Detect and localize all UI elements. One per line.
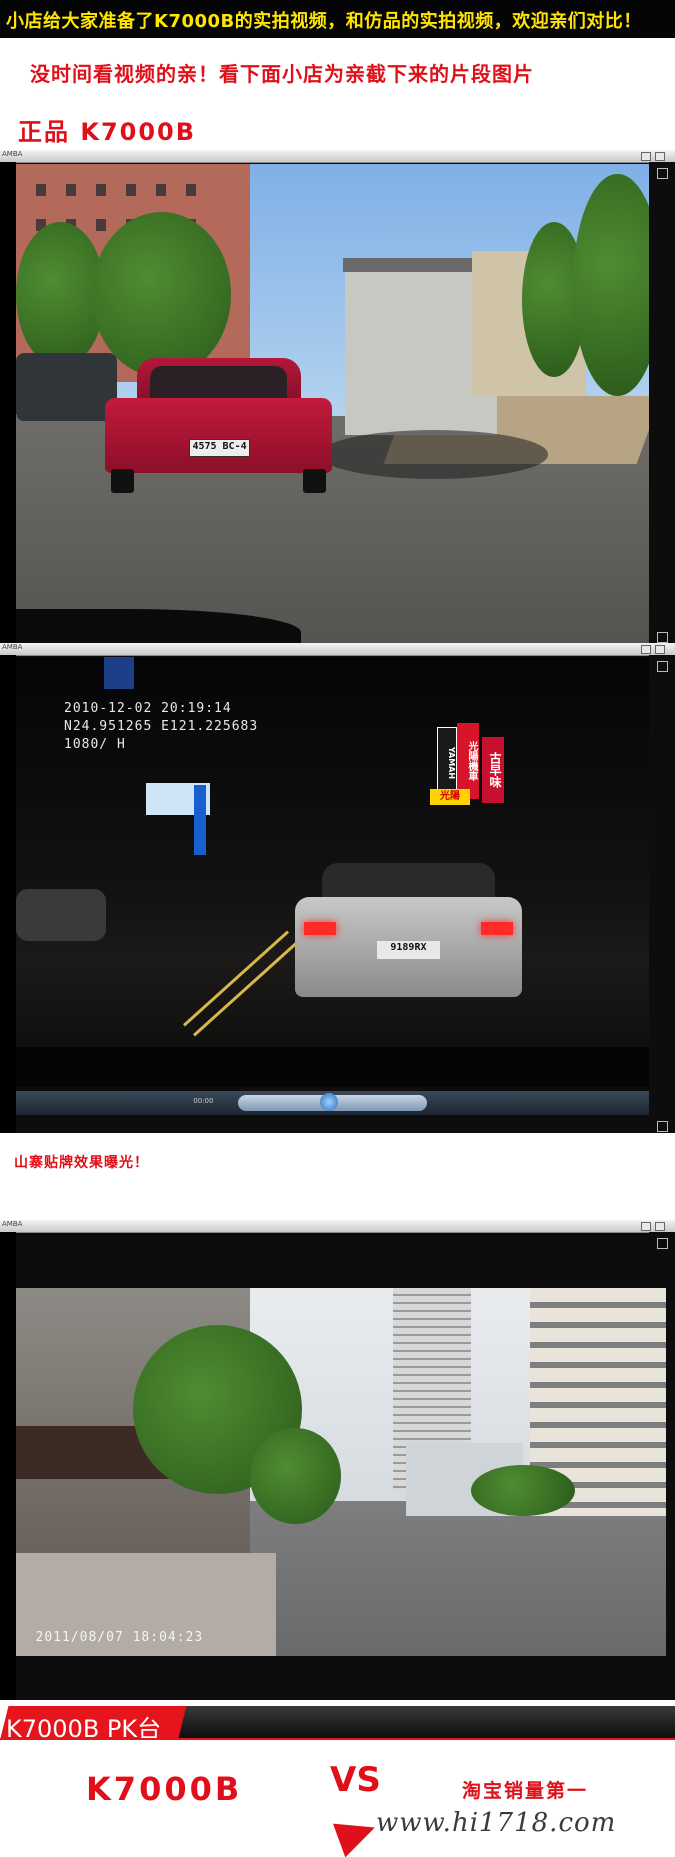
fullscreen-icon[interactable] <box>657 632 668 643</box>
grid-icon[interactable] <box>657 168 668 179</box>
snack-sign: 古早味 <box>482 737 504 803</box>
player-left-edge <box>0 162 16 650</box>
license-plate: 9189RX <box>376 940 441 960</box>
shop-sign <box>104 657 134 689</box>
red-arrow-icon <box>332 1810 382 1857</box>
comparison-section: K7000B VS 淘宝销量第一 www.hi1718.com <box>0 1742 675 1857</box>
time-display: 00:00 <box>193 1097 214 1105</box>
player-control-bar[interactable]: 00:00 <box>16 1091 649 1115</box>
genuine-label: 正品 K7000B <box>18 118 197 146</box>
player-app-name: AMBA <box>2 1220 23 1228</box>
video-frame-3: 2011/08/07 18:04:23 <box>16 1288 666 1656</box>
right-label: 淘宝销量第一 <box>462 1780 589 1802</box>
window-restore-icon[interactable] <box>641 1222 651 1231</box>
video-frame-1: 4575 BC-4 <box>16 164 649 648</box>
window-close-icon[interactable] <box>655 152 665 161</box>
window-restore-icon[interactable] <box>641 645 651 654</box>
top-banner: 小店给大家准备了K7000B的实拍视频，和仿品的实拍视频，欢迎亲们对比！ <box>0 0 675 38</box>
player-app-name: AMBA <box>2 150 23 158</box>
video-timestamp: 2011/08/07 18:04:23 <box>35 1629 204 1645</box>
player-titlebar[interactable]: AMBA <box>0 150 675 163</box>
video-frame-2: 2010-12-02 20:19:14 N24.951265 E121.2256… <box>16 657 649 1087</box>
shop-sign <box>194 785 206 855</box>
parked-car <box>16 352 118 421</box>
license-plate: 4575 BC-4 <box>188 438 251 458</box>
grid-icon[interactable] <box>657 661 668 672</box>
osd-date: 2010-12-02 20:19:14 <box>64 701 232 716</box>
copy-exposure-label: 山寨贴牌效果曝光！ <box>14 1155 149 1171</box>
player-right-panel <box>649 162 675 650</box>
silver-car: 9189RX <box>294 863 523 1018</box>
kymco-sign: 光陽機車 <box>457 723 479 799</box>
player-right-panel <box>649 655 675 1133</box>
window-close-icon[interactable] <box>655 645 665 654</box>
pk-bar-strip <box>178 1706 675 1740</box>
player-titlebar[interactable]: AMBA <box>0 643 675 656</box>
pk-bar: K7000B PK台 <box>0 1706 675 1743</box>
video-player-2[interactable]: AMBA 2010-12-02 20:19:14 N24.951265 E121… <box>0 643 675 1133</box>
tree <box>250 1427 341 1524</box>
grid-icon[interactable] <box>657 1238 668 1249</box>
kymco-sign-small: 光陽 <box>430 789 470 805</box>
red-car: 4575 BC-4 <box>104 357 333 494</box>
play-icon[interactable] <box>319 1093 338 1111</box>
parked-car <box>16 889 106 941</box>
vs-label: VS <box>330 1760 381 1800</box>
video-player-1[interactable]: AMBA 4575 BC-4 <box>0 150 675 650</box>
banner-text: 小店给大家准备了K7000B的实拍视频，和仿品的实拍视频，欢迎亲们对比！ <box>6 11 642 32</box>
subtitle-text: 没时间看视频的亲！看下面小店为亲截下来的片段图片 <box>30 62 534 86</box>
player-left-edge <box>0 655 16 1133</box>
osd-resolution: 1080/ H <box>64 737 126 752</box>
tree <box>91 212 232 377</box>
player-titlebar[interactable]: AMBA <box>0 1220 675 1233</box>
osd-coords: N24.951265 E121.225683 <box>64 719 259 734</box>
player-left-edge <box>0 1232 16 1700</box>
fullscreen-icon[interactable] <box>657 1121 668 1132</box>
window-close-icon[interactable] <box>655 1222 665 1231</box>
left-label: K7000B <box>86 1770 243 1808</box>
player-app-name: AMBA <box>2 643 23 651</box>
video-player-3[interactable]: AMBA 2011/08/07 18:04:23 <box>0 1220 675 1700</box>
tree <box>471 1464 575 1517</box>
dashboard <box>16 1047 649 1087</box>
site-watermark: www.hi1718.com <box>376 1808 617 1838</box>
tree-shadow <box>319 430 548 479</box>
window-restore-icon[interactable] <box>641 152 651 161</box>
